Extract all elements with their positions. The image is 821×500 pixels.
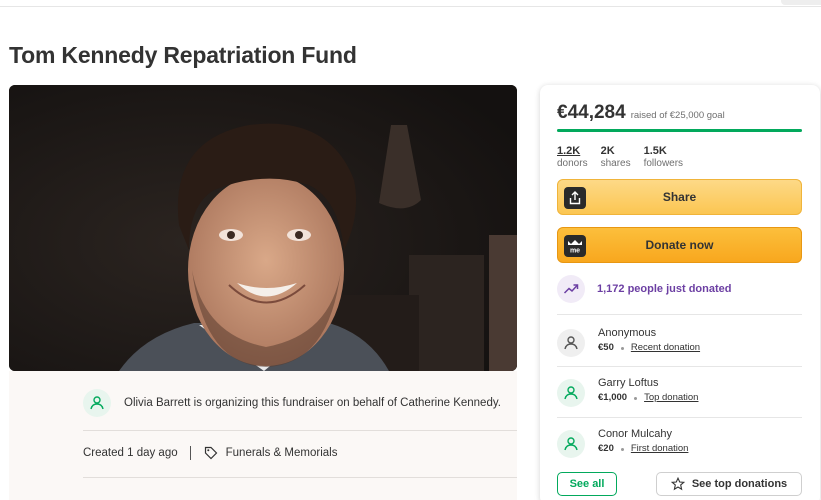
page-title: Tom Kennedy Repatriation Fund bbox=[9, 42, 357, 68]
share-icon bbox=[564, 187, 586, 209]
star-icon bbox=[670, 477, 685, 491]
see-top-donations-button[interactable]: See top donations bbox=[656, 472, 802, 496]
stat-label: shares bbox=[600, 158, 631, 169]
donate-label: Donate now bbox=[645, 238, 714, 252]
stat-shares: 2K shares bbox=[601, 145, 631, 170]
see-all-button[interactable]: See all bbox=[557, 472, 617, 496]
separator-dot bbox=[634, 396, 638, 400]
donate-button[interactable]: me Donate now bbox=[557, 227, 802, 263]
donation-amount: €20 bbox=[598, 443, 614, 454]
person-icon bbox=[564, 437, 578, 451]
share-button[interactable]: Share bbox=[557, 179, 802, 215]
category-link[interactable]: Funerals & Memorials bbox=[226, 447, 338, 459]
nav-edge bbox=[781, 0, 821, 5]
gofundme-logo-icon: me bbox=[564, 235, 586, 257]
stats-row: 1.2K donors 2K shares 1.5K followers bbox=[557, 145, 696, 170]
donation-type-link[interactable]: Top donation bbox=[644, 390, 698, 406]
divider bbox=[557, 314, 802, 315]
person-icon bbox=[564, 336, 578, 350]
goal-text: raised of €25,000 goal bbox=[630, 110, 725, 121]
top-nav-bar bbox=[0, 0, 821, 7]
donation-item: Garry Loftus €1,000 Top donation bbox=[557, 376, 698, 407]
stat-value: 2K bbox=[600, 145, 615, 157]
separator-dot bbox=[620, 447, 624, 451]
svg-text:me: me bbox=[570, 248, 580, 255]
donation-item: Anonymous €50 Recent donation bbox=[557, 326, 700, 357]
donor-name: Conor Mulcahy bbox=[598, 428, 672, 440]
donor-name: Garry Loftus bbox=[598, 377, 659, 389]
donation-amount: €1,000 bbox=[598, 392, 628, 403]
separator bbox=[189, 446, 191, 460]
stat-label: followers bbox=[643, 158, 684, 169]
fundraiser-meta: Created 1 day ago Funerals & Memorials bbox=[83, 446, 337, 460]
stat-value: 1.2K bbox=[557, 145, 581, 157]
progress-fill bbox=[557, 129, 802, 132]
donor-name: Anonymous bbox=[598, 327, 657, 339]
amount-raised: €44,284 bbox=[557, 102, 626, 123]
person-icon bbox=[90, 396, 104, 410]
trending-up-icon bbox=[557, 275, 585, 303]
donor-avatar bbox=[557, 329, 585, 357]
person-icon bbox=[564, 386, 578, 400]
stat-donors[interactable]: 1.2K donors bbox=[557, 145, 588, 170]
donor-avatar bbox=[557, 430, 585, 458]
recent-activity: 1,172 people just donated bbox=[557, 275, 731, 303]
divider bbox=[83, 430, 517, 431]
donor-avatar bbox=[557, 379, 585, 407]
stat-value: 1.5K bbox=[643, 145, 667, 157]
stat-label: donors bbox=[557, 158, 588, 169]
recent-donors-text: 1,172 people just donated bbox=[597, 283, 732, 295]
divider bbox=[83, 477, 517, 478]
tag-icon bbox=[204, 446, 218, 460]
share-label: Share bbox=[662, 190, 697, 204]
created-date: Created 1 day ago bbox=[83, 447, 178, 459]
organizer-row: Olivia Barrett is organizing this fundra… bbox=[83, 389, 501, 417]
donation-type-link[interactable]: Recent donation bbox=[631, 340, 700, 356]
donation-item: Conor Mulcahy €20 First donation bbox=[557, 427, 688, 458]
donation-amount: €50 bbox=[598, 342, 614, 353]
divider bbox=[557, 417, 802, 418]
donation-type-link[interactable]: First donation bbox=[631, 441, 689, 457]
amount-raised-row: €44,284 raised of €25,000 goal bbox=[557, 102, 725, 124]
divider bbox=[557, 366, 802, 367]
progress-bar bbox=[557, 129, 802, 132]
hero-photo bbox=[9, 85, 517, 371]
separator-dot bbox=[620, 346, 624, 350]
see-top-label: See top donations bbox=[691, 478, 788, 490]
stat-followers: 1.5K followers bbox=[644, 145, 683, 170]
organizer-text: Olivia Barrett is organizing this fundra… bbox=[124, 397, 501, 409]
organizer-avatar bbox=[83, 389, 111, 417]
